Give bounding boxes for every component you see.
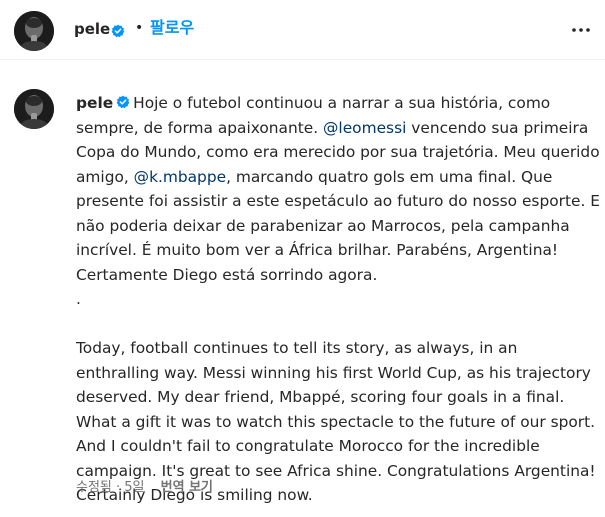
caption-avatar[interactable] <box>14 89 54 129</box>
caption-text: pele Hoje o futebol continuou a narrar a … <box>76 91 602 508</box>
caption-username[interactable]: pele <box>76 94 113 112</box>
avatar[interactable] <box>14 11 54 51</box>
caption-separator-dot: . <box>76 290 81 308</box>
mention-link[interactable]: @leomessi <box>323 119 406 137</box>
avatar-photo-icon <box>14 89 54 129</box>
mention-link[interactable]: @k.mbappe <box>134 168 226 186</box>
avatar-photo-icon <box>14 11 54 51</box>
post-header: pele • 팔로우 <box>0 0 605 60</box>
separator-dot: • <box>135 20 144 36</box>
verified-badge-icon <box>113 94 133 112</box>
header-username[interactable]: pele <box>74 19 110 39</box>
caption-portuguese: pele Hoje o futebol continuou a narrar a … <box>76 91 602 287</box>
more-options-icon[interactable] <box>569 20 593 40</box>
caption-meta: 수정됨 · 5일 번역 보기 <box>76 479 213 497</box>
edited-timestamp[interactable]: 수정됨 · 5일 <box>76 480 145 495</box>
see-translation-button[interactable]: 번역 보기 <box>161 480 213 495</box>
verified-badge-icon <box>111 22 125 41</box>
follow-button[interactable]: 팔로우 <box>150 17 194 39</box>
